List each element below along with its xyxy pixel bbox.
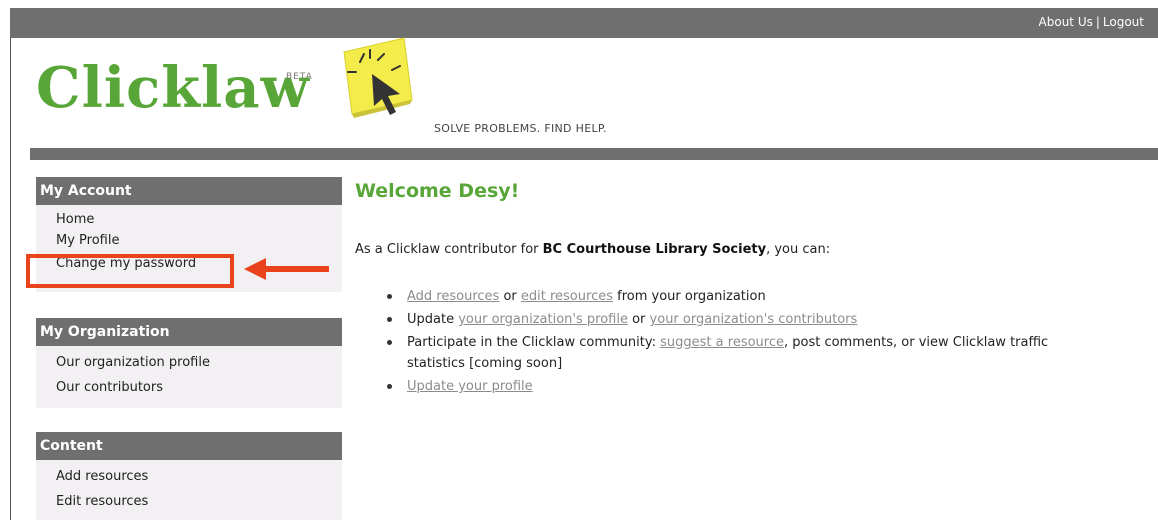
sidebar-item-my-profile[interactable]: My Profile [36, 230, 342, 251]
content-heading: Content [36, 432, 342, 460]
arrow-left-icon [244, 258, 329, 280]
cursor-sticky-note-icon [343, 37, 413, 118]
bullet-text: or [499, 289, 521, 304]
logo[interactable]: Clicklaw [36, 60, 310, 116]
bullet-text: from your organization [612, 289, 766, 304]
beta-label: BETA [286, 72, 313, 82]
sidebar-item-org-profile[interactable]: Our organization profile [36, 350, 342, 375]
tagline: SOLVE PROBLEMS. FIND HELP. [434, 122, 607, 135]
edit-resources-link[interactable]: edit resources [521, 289, 613, 304]
sidebar-item-edit-resources[interactable]: Edit resources [36, 489, 342, 514]
content-box: Content Add resources Edit resources [36, 432, 342, 520]
list-item: Update your profile [385, 376, 1105, 397]
update-profile-link[interactable]: Update your profile [407, 379, 533, 394]
intro-suffix: , you can: [766, 242, 831, 257]
sidebar-item-contributors[interactable]: Our contributors [36, 375, 342, 400]
list-item: Update your organization's profile or yo… [385, 309, 1105, 330]
top-links-separator: | [1095, 15, 1100, 29]
top-links: About Us | Logout [1039, 15, 1144, 29]
my-organization-box: My Organization Our organization profile… [36, 318, 342, 408]
add-resources-link[interactable]: Add resources [407, 289, 499, 304]
my-account-heading: My Account [36, 177, 342, 205]
highlight-box [26, 254, 234, 288]
header-divider [30, 148, 1158, 160]
sidebar-item-home[interactable]: Home [36, 209, 342, 230]
suggest-resource-link[interactable]: suggest a resource [660, 335, 784, 350]
bullet-text: or [627, 312, 650, 327]
intro-text: As a Clicklaw contributor for BC Courtho… [355, 242, 830, 257]
list-item: Add resources or edit resources from you… [385, 286, 1105, 307]
left-border [10, 38, 11, 520]
org-profile-link[interactable]: your organization's profile [458, 312, 628, 327]
capabilities-list: Add resources or edit resources from you… [385, 286, 1105, 399]
top-bar: About Us | Logout [10, 8, 1158, 38]
welcome-heading: Welcome Desy! [355, 180, 520, 202]
sidebar-item-add-resources[interactable]: Add resources [36, 464, 342, 489]
list-item: Participate in the Clicklaw community: s… [385, 332, 1105, 374]
logout-link[interactable]: Logout [1103, 15, 1144, 29]
bullet-text: Participate in the Clicklaw community: [407, 335, 661, 350]
organization-name: BC Courthouse Library Society [542, 242, 767, 257]
about-us-link[interactable]: About Us [1039, 15, 1093, 29]
org-contributors-link[interactable]: your organization's contributors [650, 312, 858, 327]
my-organization-heading: My Organization [36, 318, 342, 346]
bullet-text: Update [407, 312, 459, 327]
intro-prefix: As a Clicklaw contributor for [355, 242, 543, 257]
